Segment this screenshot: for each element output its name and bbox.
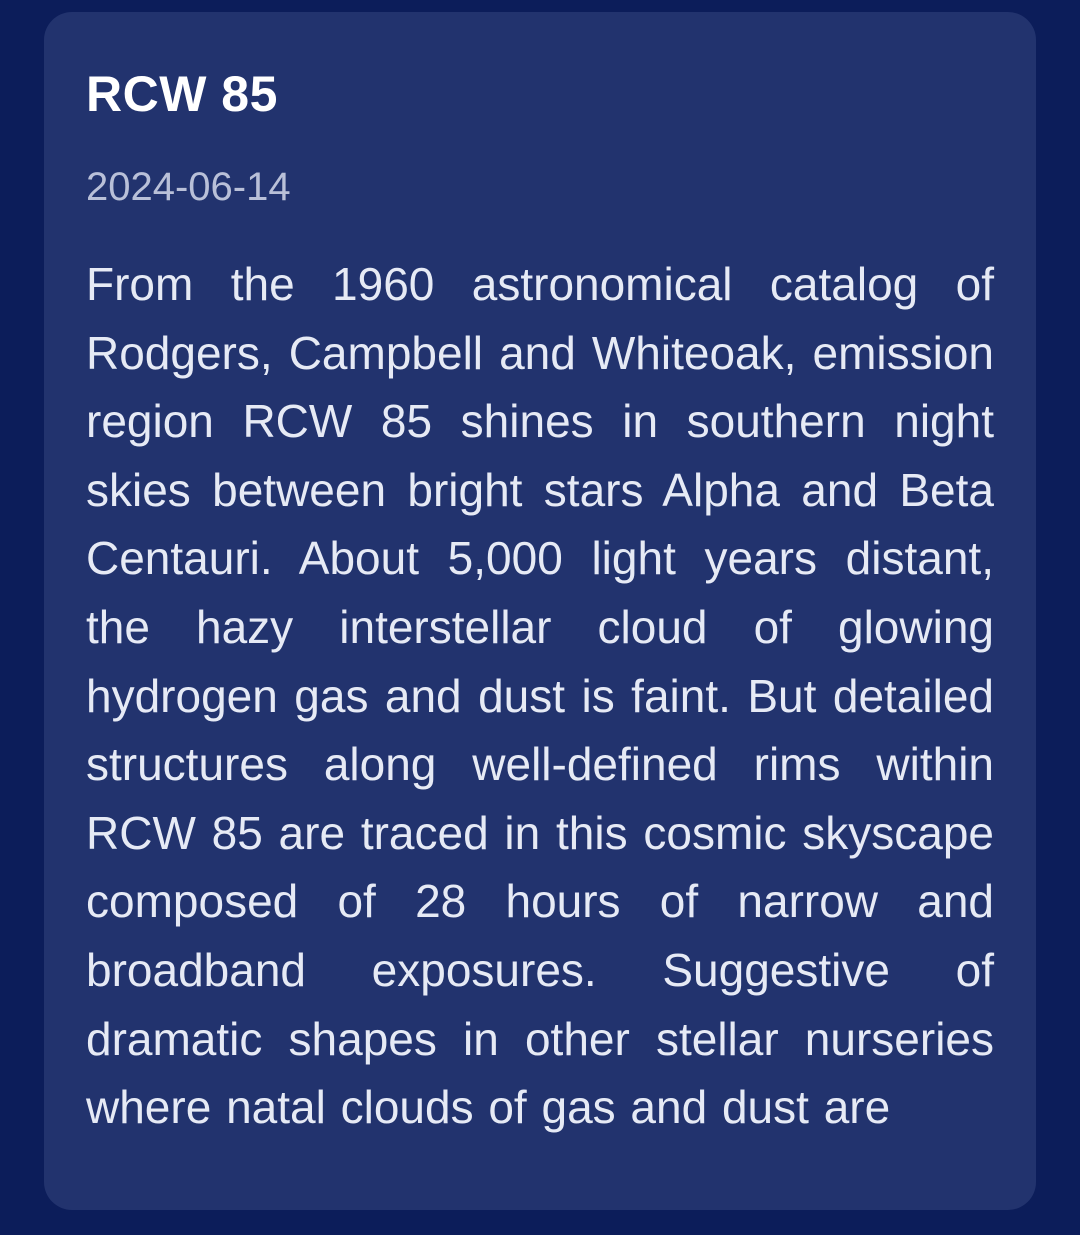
- article-date: 2024-06-14: [86, 165, 291, 209]
- article-card[interactable]: RCW 85 2024-06-14 From the 1960 astronom…: [44, 12, 1036, 1210]
- article-title: RCW 85: [86, 66, 278, 122]
- article-body: From the 1960 astronomical catalog of Ro…: [86, 258, 994, 1134]
